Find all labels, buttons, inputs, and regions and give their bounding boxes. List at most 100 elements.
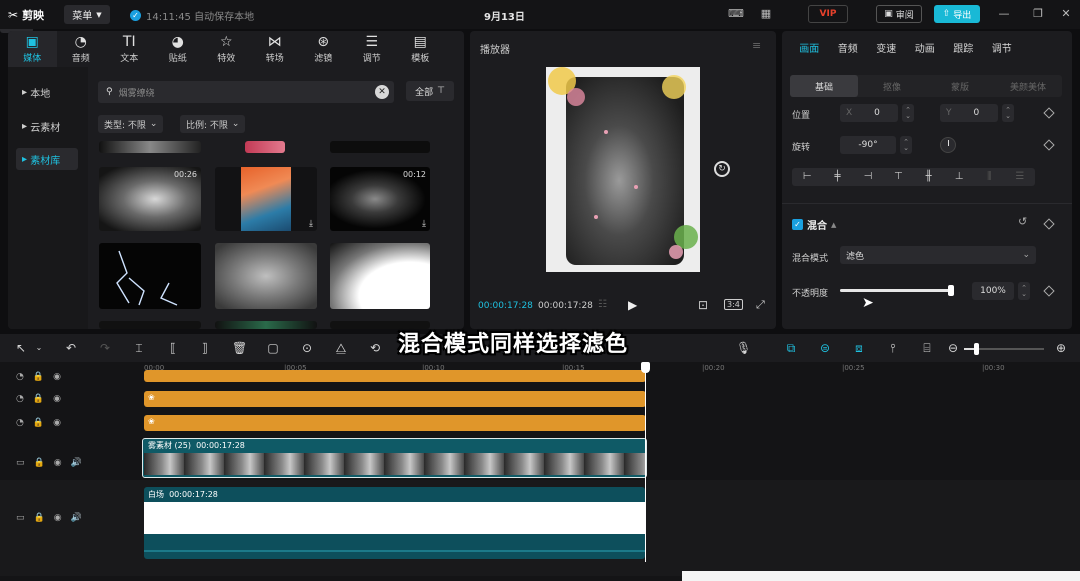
- media-thumbnail[interactable]: [330, 243, 430, 309]
- tab-animation[interactable]: 动画: [906, 40, 945, 55]
- blend-checkbox[interactable]: ✓: [792, 219, 803, 230]
- tab-media[interactable]: ▣ 媒体: [8, 31, 57, 67]
- position-x-stepper[interactable]: ⌃ ⌄: [902, 104, 914, 122]
- trim-left-icon[interactable]: ⟦: [166, 341, 180, 355]
- tab-speed[interactable]: 变速: [867, 40, 906, 55]
- subtab-basic[interactable]: 基础: [790, 75, 858, 97]
- linkage-icon[interactable]: ⧈: [852, 341, 866, 355]
- sticker-clip[interactable]: ❀: [144, 415, 646, 431]
- tab-audio[interactable]: 音频: [829, 40, 868, 55]
- blend-section-header[interactable]: ✓ 混合 ▲: [792, 217, 836, 232]
- lock-icon[interactable]: 🔒: [33, 372, 44, 382]
- subtab-mask[interactable]: 蒙版: [926, 75, 994, 97]
- layout-icon[interactable]: ▦: [758, 7, 774, 21]
- lock-icon[interactable]: 🔒: [33, 394, 44, 404]
- lock-icon[interactable]: 🔒: [33, 418, 44, 428]
- playhead[interactable]: [645, 362, 646, 562]
- keyframe-icon[interactable]: [1043, 218, 1055, 230]
- zoom-slider[interactable]: [964, 343, 1044, 355]
- chevron-down-icon[interactable]: ⌄: [32, 341, 46, 355]
- position-y-field[interactable]: Y 0: [940, 104, 998, 122]
- main-clip[interactable]: 白场 00:00:17:28: [144, 487, 645, 559]
- microphone-icon[interactable]: 🎙: [736, 341, 751, 355]
- speaker-icon[interactable]: 🔊: [71, 513, 82, 523]
- media-thumbnail[interactable]: [215, 243, 317, 309]
- menu-button[interactable]: 菜单 ▼: [64, 5, 110, 24]
- magnet-icon[interactable]: ⊜: [818, 341, 832, 355]
- tab-filter[interactable]: ⊛ 滤镜: [299, 31, 348, 67]
- sidebar-item-local[interactable]: ▸ 本地: [16, 81, 78, 103]
- rotation-stepper[interactable]: ⌃ ⌄: [900, 136, 912, 154]
- opacity-slider[interactable]: [840, 285, 954, 296]
- subtab-cutout[interactable]: 抠像: [858, 75, 926, 97]
- video-clip[interactable]: 雾素材 (25) 00:00:17:28: [142, 438, 647, 478]
- reverse-icon[interactable]: ⊙: [300, 341, 314, 355]
- opacity-stepper[interactable]: ⌃ ⌄: [1018, 282, 1030, 300]
- keyframe-icon[interactable]: [1043, 285, 1055, 297]
- media-thumbnail[interactable]: ⤓: [215, 167, 317, 231]
- media-thumbnail[interactable]: [99, 243, 201, 309]
- opacity-field[interactable]: 100%: [972, 282, 1014, 300]
- eye-icon[interactable]: ◉: [54, 458, 62, 468]
- all-filter-button[interactable]: 全部 ⊤: [406, 81, 454, 101]
- aspect-ratio-button[interactable]: 3:4: [724, 299, 743, 310]
- download-icon[interactable]: ⤓: [422, 219, 426, 229]
- media-thumbnail[interactable]: [99, 141, 201, 153]
- align-left-icon[interactable]: ⊢: [792, 168, 822, 186]
- tab-adjust[interactable]: 调节: [983, 40, 1022, 55]
- lock-icon[interactable]: 🔒: [34, 513, 45, 523]
- rotate-handle-icon[interactable]: ↻: [714, 161, 730, 177]
- speaker-icon[interactable]: 🔊: [71, 458, 82, 468]
- blend-mode-select[interactable]: 滤色 ⌄: [840, 246, 1036, 264]
- ratio-filter-dropdown[interactable]: 比例: 不限 ⌄: [180, 115, 246, 133]
- trim-right-icon[interactable]: ⟧: [198, 341, 212, 355]
- sidebar-item-library[interactable]: ▸ 素材库: [16, 148, 78, 170]
- align-top-icon[interactable]: ⊤: [883, 168, 913, 186]
- preview-canvas[interactable]: [546, 67, 700, 272]
- vip-button[interactable]: VIP: [808, 5, 848, 23]
- caption-icon[interactable]: ⌸: [920, 341, 934, 355]
- sidebar-item-cloud[interactable]: ▸ 云素材: [16, 115, 78, 137]
- opacity-slider-thumb[interactable]: [948, 285, 954, 296]
- rotation-field[interactable]: -90°: [840, 136, 896, 154]
- playhead-handle[interactable]: [641, 362, 650, 373]
- eye-icon[interactable]: ◉: [53, 418, 61, 428]
- position-y-stepper[interactable]: ⌃ ⌄: [1002, 104, 1014, 122]
- tab-text[interactable]: TI 文本: [105, 31, 154, 67]
- sticker-clip[interactable]: [144, 370, 646, 382]
- minimize-icon[interactable]: —: [996, 7, 1012, 21]
- tab-template[interactable]: ▤ 模板: [396, 31, 445, 67]
- media-thumbnail[interactable]: 00:12 ⤓: [330, 167, 430, 231]
- delete-icon[interactable]: 🗑: [232, 341, 247, 355]
- fullscreen-icon[interactable]: ⤢: [756, 298, 765, 312]
- zoom-slider-thumb[interactable]: [974, 343, 979, 355]
- tab-transition[interactable]: ⋈ 转场: [251, 31, 300, 67]
- download-icon[interactable]: ⤓: [309, 219, 313, 229]
- tab-tracking[interactable]: 跟踪: [944, 40, 983, 55]
- maximize-icon[interactable]: ❐: [1030, 7, 1046, 21]
- align-center-h-icon[interactable]: ╪: [822, 168, 852, 186]
- tab-picture[interactable]: 画面: [790, 40, 829, 55]
- distribute-v-icon[interactable]: ☰: [1005, 168, 1035, 186]
- tab-sticker[interactable]: ◕ 贴纸: [154, 31, 203, 67]
- align-right-icon[interactable]: ⊣: [853, 168, 883, 186]
- zoom-in-icon[interactable]: ⊕: [1054, 341, 1068, 355]
- type-filter-dropdown[interactable]: 类型: 不限 ⌄: [98, 115, 164, 133]
- position-x-field[interactable]: X 0: [840, 104, 898, 122]
- undo-icon[interactable]: ↶: [64, 341, 78, 355]
- reset-icon[interactable]: ↺: [1018, 215, 1027, 228]
- sticker-clip[interactable]: ❀: [144, 391, 646, 407]
- player-menu-icon[interactable]: ≡: [752, 39, 761, 52]
- split-icon[interactable]: ⌶: [132, 341, 146, 355]
- freeze-frame-icon[interactable]: ▢: [266, 341, 280, 355]
- media-thumbnail[interactable]: [99, 321, 201, 329]
- tab-effects[interactable]: ☆ 特效: [202, 31, 251, 67]
- eye-icon[interactable]: ◉: [53, 372, 61, 382]
- keyboard-icon[interactable]: ⌨: [728, 7, 744, 21]
- media-thumbnail[interactable]: ⤓: [245, 141, 285, 153]
- select-cursor-icon[interactable]: ↖: [14, 341, 28, 355]
- align-center-v-icon[interactable]: ╫: [914, 168, 944, 186]
- subtab-beauty[interactable]: 美颜美体: [994, 75, 1062, 97]
- review-button[interactable]: ▣ 审阅: [876, 5, 922, 23]
- rotate-icon[interactable]: ⟲: [368, 341, 382, 355]
